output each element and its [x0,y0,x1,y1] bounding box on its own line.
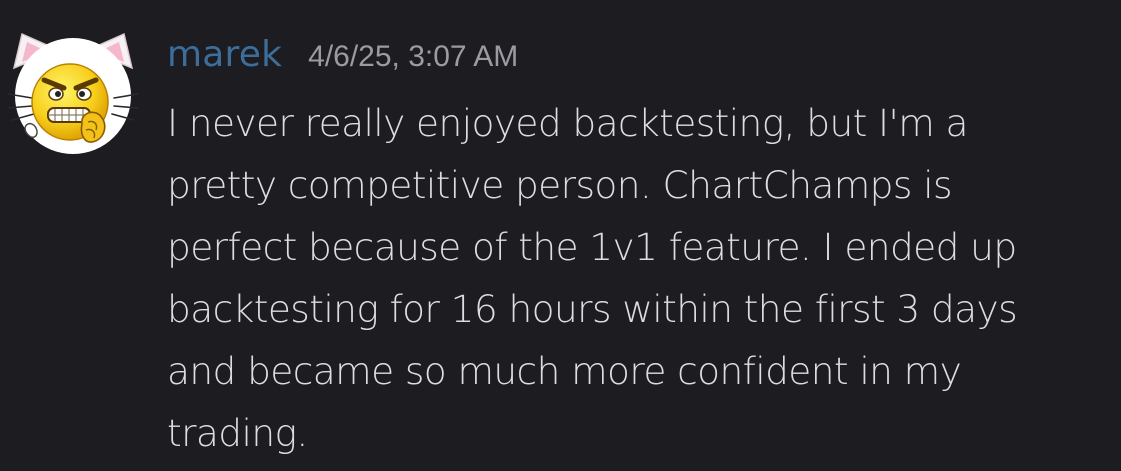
cat-ear-grimace-emoji-icon [7,32,139,154]
avatar[interactable] [6,28,140,156]
timestamp[interactable]: 4/6/25, 3:07 AM [308,40,518,74]
username[interactable]: marek [167,34,282,75]
message-content: I never really enjoyed backtesting, but … [167,101,1018,455]
message-header: marek 4/6/25, 3:07 AM [167,34,518,84]
chat-message: marek 4/6/25, 3:07 AM I never really enj… [0,0,1121,471]
